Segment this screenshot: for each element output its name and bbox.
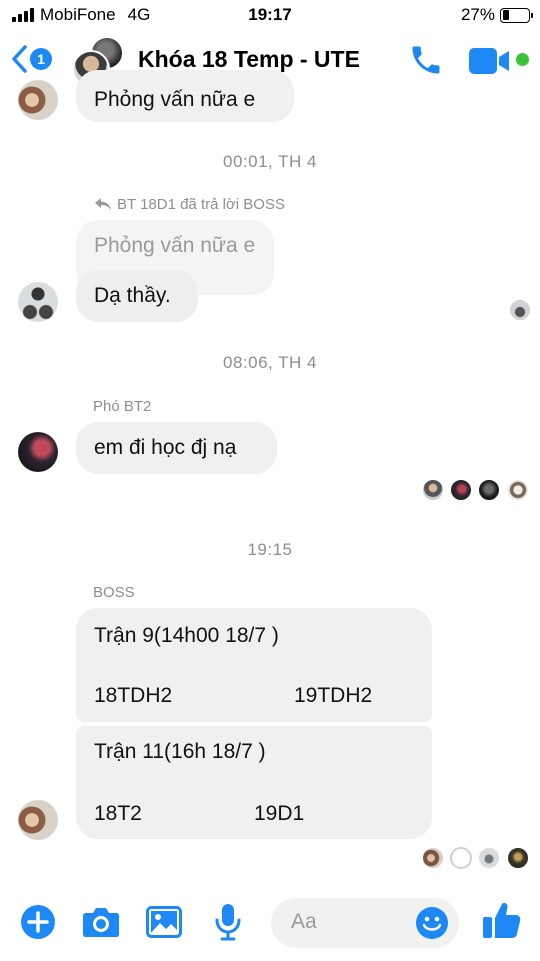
seen-avatar (450, 847, 472, 869)
status-time: 19:17 (248, 5, 292, 24)
sender-name: Phó BT2 (93, 398, 152, 415)
battery-icon (500, 7, 533, 23)
seen-avatar (507, 847, 529, 869)
voice-button[interactable] (214, 903, 242, 946)
message-list[interactable]: Phỏng vấn nữa e 00:01, TH 4 BT 18D1 đã t… (0, 70, 540, 882)
plus-icon (21, 905, 55, 939)
status-right: 27% (460, 5, 533, 25)
emoji-icon (416, 907, 448, 939)
status-bar: MobiFone 4G 19:17 27% (0, 0, 540, 30)
message-text: Dạ thầy. (94, 284, 171, 307)
seen-avatar (450, 479, 472, 501)
sender-name: BOSS (93, 584, 135, 601)
seen-avatar (507, 479, 529, 501)
video-call-button[interactable] (469, 48, 511, 79)
sender-avatar[interactable] (18, 800, 58, 840)
gallery-button[interactable] (146, 906, 182, 943)
timestamp: 08:06, TH 4 (222, 353, 318, 372)
active-status-dot (516, 53, 529, 66)
reply-arrow-icon (95, 198, 111, 210)
image-icon (146, 906, 182, 938)
seen-avatar (478, 479, 500, 501)
like-button[interactable] (482, 900, 522, 945)
thumbs-up-icon (483, 903, 521, 938)
match-title: Trận 9(14h00 18/7 ) (94, 624, 279, 647)
sender-avatar[interactable] (18, 282, 58, 322)
message-composer[interactable] (271, 898, 459, 948)
back-chevron-icon (12, 45, 27, 73)
match-title: Trận 11(16h 18/7 ) (94, 740, 266, 763)
microphone-icon (215, 904, 241, 941)
team-a: 18TDH2 (94, 684, 173, 707)
voice-call-button[interactable] (408, 42, 444, 83)
message-input[interactable] (291, 910, 411, 934)
camera-button[interactable] (82, 906, 120, 943)
back-button[interactable]: 1 (10, 44, 52, 74)
seen-avatar (422, 479, 444, 501)
more-button[interactable] (20, 904, 56, 945)
timestamp: 00:01, TH 4 (222, 152, 318, 171)
message-text: em đi học đj nạ (94, 436, 237, 459)
video-camera-icon (469, 48, 509, 74)
seen-avatar (509, 299, 531, 321)
timestamp: 19:15 (247, 540, 293, 559)
message-bubble[interactable]: Phỏng vấn nữa e (76, 70, 294, 122)
unread-count-badge: 1 (30, 48, 52, 70)
message-bubble[interactable]: em đi học đj nạ (76, 422, 277, 474)
reply-note-text: BT 18D1 đã trả lời BOSS (117, 196, 285, 213)
emoji-button[interactable] (415, 906, 449, 945)
team-b: 19D1 (254, 802, 305, 825)
quoted-text: Phỏng vấn nữa e (94, 234, 256, 257)
message-bubble[interactable]: Trận 11(16h 18/7 ) 18T2 19D1 (76, 726, 432, 839)
message-bubble[interactable]: Trận 9(14h00 18/7 ) 18TDH2 19TDH2 (76, 608, 432, 722)
message-bubble[interactable]: Dạ thầy. (76, 270, 198, 322)
team-b: 19TDH2 (294, 684, 373, 707)
battery-percent: 27% (460, 5, 495, 24)
sender-avatar[interactable] (18, 80, 58, 120)
reply-note: BT 18D1 đã trả lời BOSS (95, 196, 285, 213)
team-a: 18T2 (94, 802, 142, 825)
conversation-title[interactable]: Khóa 18 Temp - UTE (138, 46, 360, 73)
seen-avatar (478, 847, 500, 869)
phone-icon (412, 46, 440, 74)
camera-icon (83, 908, 119, 937)
message-text: Phỏng vấn nữa e (94, 88, 256, 111)
seen-avatar (422, 847, 444, 869)
sender-avatar[interactable] (18, 432, 58, 472)
composer-toolbar (0, 882, 540, 961)
